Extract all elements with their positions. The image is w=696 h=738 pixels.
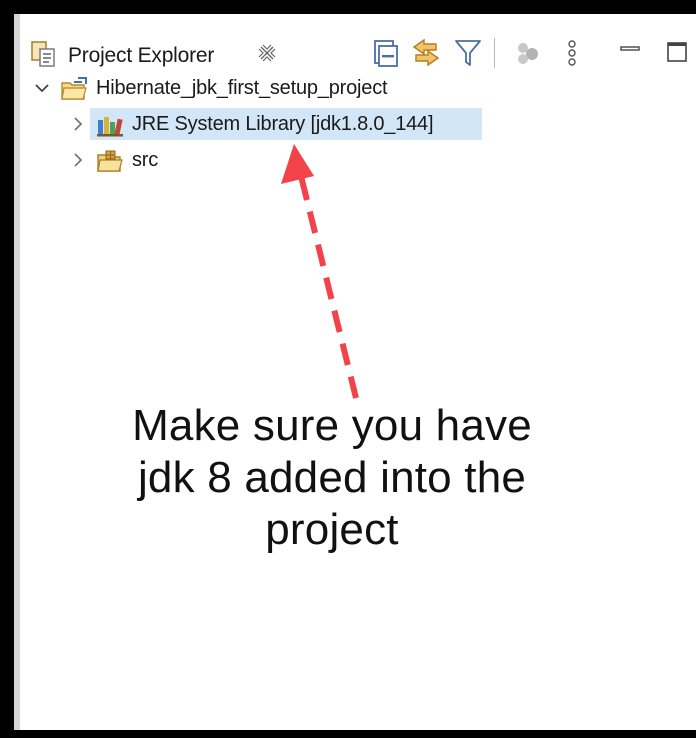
annotation-text: Make sure you have jdk 8 added into the … <box>72 400 592 556</box>
annotation-line: jdk 8 added into the <box>137 453 527 502</box>
annotation-line: Make sure you have <box>132 401 532 450</box>
annotation-line: project <box>265 505 399 554</box>
arrow-head <box>281 144 314 184</box>
arrow-shaft <box>297 171 359 399</box>
annotation-arrow <box>281 144 359 399</box>
